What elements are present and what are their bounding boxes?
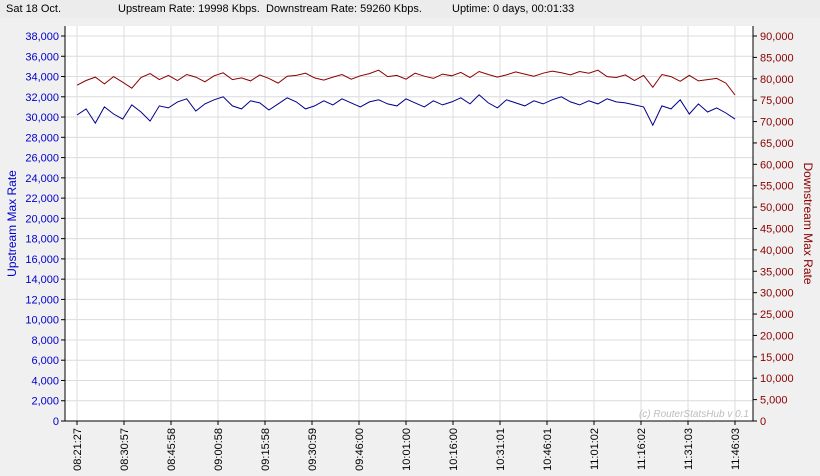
right-axis-ticks: 0 5,000 10,000 15,000 20,000 25,000 30,000 35,0…: [753, 31, 794, 428]
left-tick-label: 36,000: [25, 51, 59, 63]
left-tick-label: 16,000: [25, 254, 59, 266]
left-tick-label: 2,000: [31, 396, 59, 408]
left-axis-title: Upstream Max Rate: [5, 170, 19, 277]
left-tick-label: 14,000: [25, 274, 59, 286]
left-tick-label: 18,000: [25, 234, 59, 246]
x-tick-label: 10:46:01: [542, 428, 554, 471]
right-tick-label: 60,000: [760, 159, 794, 171]
left-tick-label: 6,000: [31, 355, 59, 367]
x-tick-label: 09:30:59: [307, 428, 319, 471]
x-tick-label: 10:31:01: [495, 428, 507, 471]
right-tick-label: 90,000: [760, 31, 794, 43]
left-tick-label: 22,000: [25, 193, 59, 205]
left-tick-label: 0: [53, 416, 59, 428]
right-tick-label: 0: [760, 416, 766, 428]
right-tick-label: 20,000: [760, 330, 794, 342]
x-tick-label: 09:00:58: [213, 428, 225, 471]
right-tick-label: 35,000: [760, 266, 794, 278]
right-tick-label: 80,000: [760, 74, 794, 86]
left-tick-label: 30,000: [25, 112, 59, 124]
x-tick-label: 10:01:00: [401, 428, 413, 471]
right-tick-label: 40,000: [760, 245, 794, 257]
watermark: (c) RouterStatsHub v 0.1: [639, 409, 749, 420]
left-tick-label: 8,000: [31, 335, 59, 347]
left-tick-label: 20,000: [25, 213, 59, 225]
x-tick-label: 08:21:27: [72, 428, 84, 471]
left-tick-label: 24,000: [25, 173, 59, 185]
left-tick-label: 10,000: [25, 315, 59, 327]
left-tick-label: 28,000: [25, 132, 59, 144]
x-tick-label: 10:16:00: [448, 428, 460, 471]
left-tick-label: 12,000: [25, 294, 59, 306]
left-tick-label: 38,000: [25, 31, 59, 43]
right-tick-label: 50,000: [760, 202, 794, 214]
x-tick-label: 11:31:03: [683, 428, 695, 470]
x-tick-label: 11:01:02: [589, 428, 601, 470]
right-tick-label: 10,000: [760, 373, 794, 385]
x-tick-label: 08:30:57: [119, 428, 131, 471]
right-tick-label: 70,000: [760, 117, 794, 129]
left-axis-ticks: 0 2,000 4,000 6,000 8,000 10,000 12,000 14,000 1…: [25, 31, 65, 428]
right-tick-label: 15,000: [760, 352, 794, 364]
x-tick-label: 11:16:02: [636, 428, 648, 470]
right-tick-label: 55,000: [760, 181, 794, 193]
right-axis-title: Downstream Max Rate: [801, 162, 815, 284]
left-tick-label: 4,000: [31, 375, 59, 387]
x-axis-ticks: 08:21:27 08:30:57 08:45:58 09:00:58 09:15:58…: [72, 421, 742, 471]
left-tick-label: 26,000: [25, 153, 59, 165]
x-tick-label: 11:46:03: [730, 428, 742, 470]
right-tick-label: 30,000: [760, 288, 794, 300]
right-tick-label: 25,000: [760, 309, 794, 321]
x-tick-label: 08:45:58: [166, 428, 178, 471]
x-tick-label: 09:15:58: [260, 428, 272, 471]
x-tick-label: 09:46:00: [354, 428, 366, 471]
rate-chart: 0 2,000 4,000 6,000 8,000 10,000 12,000 14,000 1…: [5, 26, 815, 471]
plot-area: [65, 26, 753, 421]
right-tick-label: 65,000: [760, 138, 794, 150]
right-tick-label: 45,000: [760, 224, 794, 236]
left-tick-label: 34,000: [25, 72, 59, 84]
right-tick-label: 85,000: [760, 52, 794, 64]
router-stats-window: Sat 18 Oct. Upstream Rate: 19998 Kbps. D…: [0, 0, 820, 476]
right-tick-label: 75,000: [760, 95, 794, 107]
right-tick-label: 5,000: [760, 395, 788, 407]
left-tick-label: 32,000: [25, 92, 59, 104]
